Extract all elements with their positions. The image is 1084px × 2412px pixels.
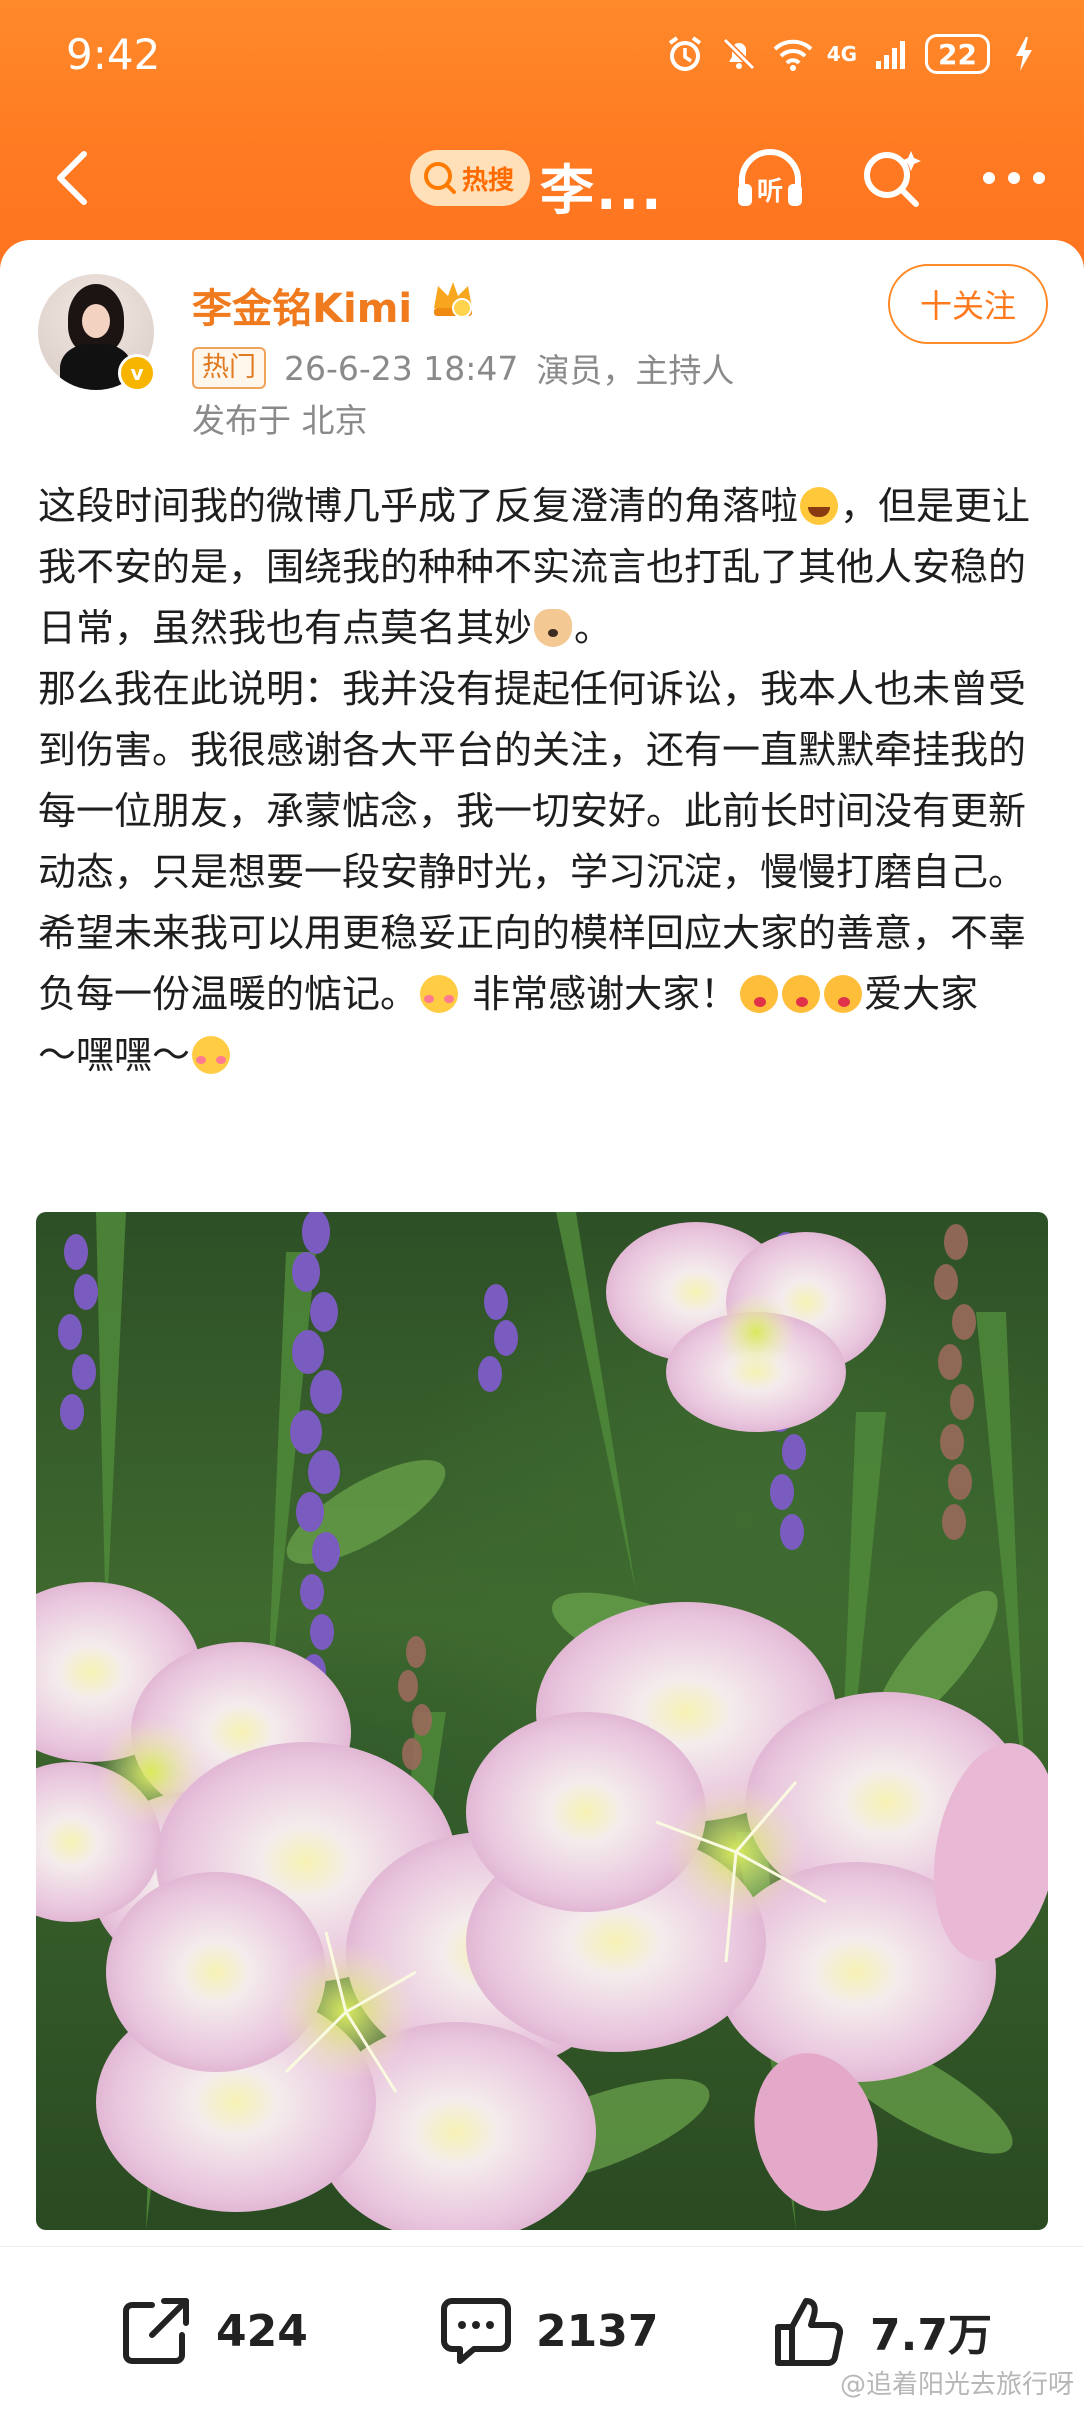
verified-badge-icon: v <box>118 354 156 392</box>
watermark: @追着阳光去旅行呀 <box>839 2370 1074 2400</box>
charging-icon <box>1004 34 1044 74</box>
hot-search-label: 热搜 <box>462 165 515 196</box>
hot-tag: 热门 <box>192 347 266 389</box>
author-name[interactable]: 李金铭Kimi <box>192 276 412 334</box>
comment-count: 2137 <box>536 2305 659 2357</box>
comment-button[interactable]: 2137 <box>438 2291 658 2371</box>
follow-button[interactable]: 十关注 <box>888 264 1048 344</box>
post-body: 这段时间我的微博几乎成了反复澄清的角落啦 ，但是更让我不安的是，围绕我的种种不实流… <box>38 476 1048 1086</box>
share-button[interactable]: 424 <box>118 2291 308 2371</box>
status-bar: 9:42 4G 22 <box>0 0 1084 110</box>
nav-bar: 热搜 李... 听 <box>0 118 1084 238</box>
post-paragraph-2: 那么我在此说明：我并没有提起任何诉讼，我本人也未曾受到伤害。我很感谢各大平台的关… <box>38 667 1027 1077</box>
wifi-icon <box>773 34 813 74</box>
mute-bell-icon <box>719 34 759 74</box>
back-button[interactable] <box>32 138 112 218</box>
kiss-emoji-icon <box>824 975 863 1013</box>
chevron-left-icon <box>57 151 87 205</box>
status-time: 9:42 <box>66 30 161 79</box>
like-button[interactable]: 7.7万 <box>772 2291 992 2371</box>
kiss-emoji-icon <box>740 975 779 1013</box>
nav-title: 李... <box>540 159 664 222</box>
top-header: 9:42 4G 22 热搜 李... 听 <box>0 0 1084 280</box>
network-type: 4G <box>826 42 858 66</box>
listen-button[interactable]: 听 <box>730 138 810 218</box>
share-count: 424 <box>216 2305 308 2357</box>
author-title: 演员，主持人 <box>536 351 735 390</box>
kiss-emoji-icon <box>782 975 821 1013</box>
hot-search-pill[interactable]: 热搜 <box>410 150 531 206</box>
blush-emoji-icon <box>192 1036 231 1074</box>
share-icon <box>123 2298 189 2364</box>
blush-emoji-icon <box>420 975 459 1013</box>
dog-face-emoji-icon <box>534 609 573 647</box>
status-icons: 4G 22 <box>665 30 1044 78</box>
post-paragraph-1: 这段时间我的微博几乎成了反复澄清的角落啦 ，但是更让我不安的是，围绕我的种种不实流… <box>38 484 1031 650</box>
post-card: v 李金铭Kimi 十关注 热门 26-6-23 18:47 演员，主持人 发布… <box>0 240 1084 2412</box>
signal-icon <box>871 34 911 74</box>
post-location: 发布于 北京 <box>192 401 368 440</box>
alarm-icon <box>665 34 705 74</box>
hot-search-icon <box>424 162 456 194</box>
search-sparkle-icon <box>864 151 921 207</box>
flower-photo <box>36 1212 1048 2230</box>
listen-label: 听 <box>757 177 783 207</box>
vip-crown-icon <box>434 282 472 318</box>
more-dots-icon <box>983 172 1045 184</box>
more-button[interactable] <box>974 138 1054 218</box>
search-button[interactable] <box>852 138 932 218</box>
post-image[interactable] <box>36 1212 1048 2230</box>
laugh-cry-emoji-icon <box>800 487 839 525</box>
battery-indicator: 22 <box>925 34 990 74</box>
post-meta: 热门 26-6-23 18:47 演员，主持人 <box>192 344 734 392</box>
nav-actions: 听 <box>730 138 1054 218</box>
post-timestamp: 26-6-23 18:47 <box>284 348 519 388</box>
comment-icon <box>441 2298 511 2364</box>
thumbs-up-icon <box>775 2298 844 2366</box>
headphones-icon: 听 <box>738 149 802 207</box>
like-count: 7.7万 <box>870 2310 992 2361</box>
